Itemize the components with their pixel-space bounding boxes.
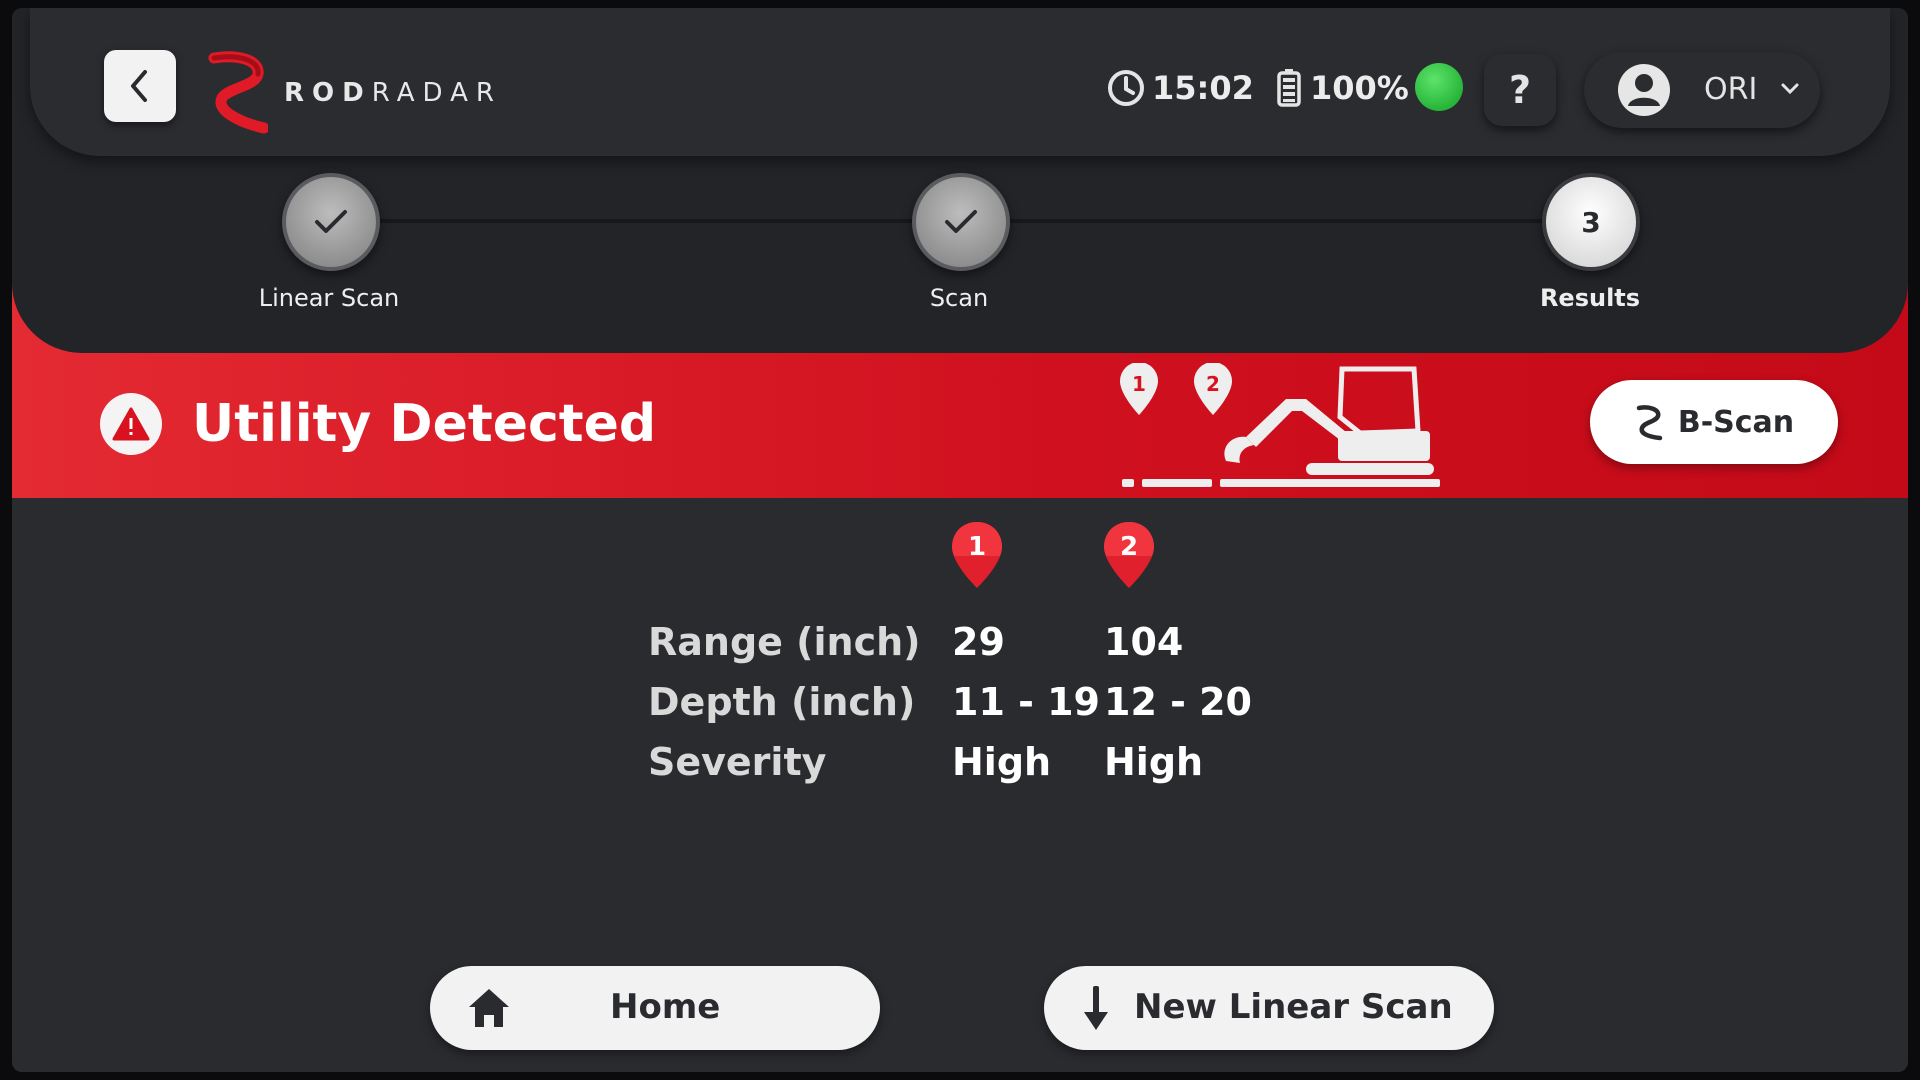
warning-icon [100,393,162,455]
chevron-left-icon [131,70,147,102]
clock-icon [1108,70,1144,106]
b-scan-button[interactable]: B-Scan [1590,380,1838,464]
battery-text: 100% [1310,69,1409,107]
user-avatar-icon [1618,64,1670,116]
depth-label: Depth (inch) [648,680,916,724]
step-label-scan: Scan [929,284,989,312]
step-number: 3 [1581,205,1601,239]
battery-icon [1277,69,1301,107]
clock: 15:02 [1106,63,1254,113]
brand-name: RODRADAR [284,78,502,108]
marker-1-label: 1 [1132,372,1146,396]
pin-2-label: 2 [1120,532,1138,562]
help-button[interactable]: ? [1484,54,1556,126]
arrow-down-icon [1084,986,1108,1030]
severity-value-2: High [1104,740,1204,784]
marker-pin-2: 2 [1102,520,1156,592]
chevron-down-icon [1781,83,1799,95]
home-icon [469,989,509,1027]
home-button[interactable]: Home [430,966,880,1050]
app-screen: RODRADAR 15:02 100% ? ORI Linear Scan Sc… [12,8,1908,1072]
b-scan-label: B-Scan [1677,404,1795,440]
severity-label: Severity [648,740,827,784]
range-label: Range (inch) [648,620,921,664]
brand-logo: RODRADAR [208,50,502,136]
rodradar-mark-icon [1636,405,1663,441]
marker-2-label: 2 [1206,372,1220,396]
connection-status-indicator [1415,63,1463,111]
user-name: ORI [1704,72,1758,107]
pin-1-label: 1 [968,532,986,562]
help-icon: ? [1508,68,1532,112]
back-button[interactable] [104,50,176,122]
check-icon [315,210,347,233]
step-scan [912,173,1010,271]
depth-value-2: 12 - 20 [1104,680,1252,724]
step-linear-scan [282,173,380,271]
check-icon [945,210,977,233]
depth-value-1: 11 - 19 [952,680,1100,724]
alert-title: Utility Detected [192,394,657,454]
step-label-linear-scan: Linear Scan [258,284,400,312]
marker-pin-1: 1 [950,520,1004,592]
step-results: 3 [1542,173,1640,271]
range-value-1: 29 [952,620,1005,664]
home-label: Home [610,987,721,1027]
excavator-icon: 1 2 [1120,362,1440,487]
excavator-illustration: 1 2 [1110,362,1450,493]
user-menu-button[interactable]: ORI [1584,52,1820,128]
battery-status: 100% [1274,63,1409,113]
time-text: 15:02 [1152,69,1254,107]
range-value-2: 104 [1104,620,1184,664]
new-linear-scan-button[interactable]: New Linear Scan [1044,966,1494,1050]
step-label-results: Results [1539,284,1641,312]
rodradar-logo-icon [208,51,268,134]
severity-value-1: High [952,740,1052,784]
new-linear-scan-label: New Linear Scan [1134,987,1453,1027]
